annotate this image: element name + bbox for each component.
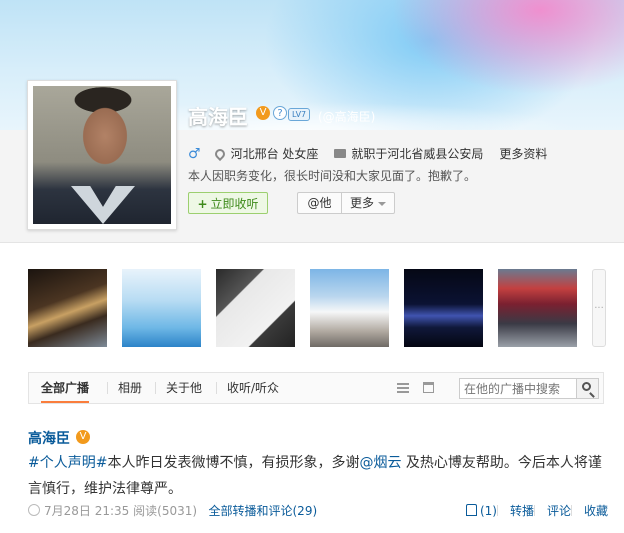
photo-thumbnail[interactable] [28, 269, 107, 347]
search-icon [582, 382, 591, 391]
repost-button[interactable]: 转播 [510, 504, 534, 518]
search-button[interactable] [577, 378, 599, 399]
tab-album[interactable]: 相册 [118, 373, 142, 403]
briefcase-icon [334, 149, 347, 158]
post-text-part: 本人昨日发表微博不慎，有损形象，多谢 [107, 455, 360, 471]
post-time[interactable]: 7月28日 21:35 [44, 504, 129, 518]
verified-badge-icon[interactable]: V [256, 106, 270, 120]
comment-button[interactable]: 评论 [547, 504, 571, 518]
calendar-icon[interactable] [423, 382, 434, 393]
photo-thumbnail[interactable] [216, 269, 295, 347]
tab-all-broadcasts[interactable]: 全部广播 [41, 373, 90, 403]
more-info-link[interactable]: 更多资料 [499, 145, 547, 162]
member-icon[interactable]: ? [273, 106, 287, 120]
clock-icon [28, 504, 40, 516]
photo-thumbnail[interactable] [310, 269, 389, 347]
male-icon: ♂ [188, 145, 201, 162]
photo-thumbnail[interactable] [122, 269, 201, 347]
level-badge[interactable]: LV7 [288, 108, 311, 121]
avatar-image [33, 86, 171, 224]
tab-about[interactable]: 关于他 [166, 373, 202, 403]
tab-divider [216, 382, 217, 394]
mention-link[interactable]: @烟云 [359, 455, 401, 471]
profile-info-row: ♂ 河北邢台 处女座 就职于河北省威县公安局 更多资料 [188, 145, 547, 162]
location-pin-icon [212, 146, 227, 161]
all-comments-link[interactable]: 全部转播和评论(29) [209, 504, 318, 518]
job-text: 就职于河北省威县公安局 [351, 147, 484, 161]
search-input[interactable] [459, 378, 577, 399]
verified-badge-icon[interactable]: V [76, 430, 90, 444]
profile-bio: 本人因职务变化，很长时间没和大家见面了。抱歉了。 [188, 169, 477, 183]
tab-divider [155, 382, 156, 394]
mention-button[interactable]: @他 [297, 192, 342, 214]
action-divider [496, 505, 498, 516]
location-text: 河北邢台 处女座 [230, 147, 319, 161]
read-count: 阅读(5031) [133, 504, 198, 518]
more-label: 更多 [349, 196, 374, 210]
like-count[interactable]: (1) [480, 504, 497, 518]
post-author[interactable]: 高海臣 [28, 428, 70, 448]
avatar-collar [71, 186, 135, 224]
action-divider [570, 505, 572, 516]
follow-label: 立即收听 [210, 197, 259, 211]
tab-divider [107, 382, 108, 394]
profile-handle: (@高海臣) [318, 110, 376, 124]
avatar[interactable] [27, 80, 177, 230]
chevron-down-icon [378, 201, 386, 206]
list-view-icon[interactable] [397, 383, 409, 393]
plus-icon: + [197, 197, 208, 211]
photo-thumbnail[interactable] [498, 269, 577, 347]
like-icon[interactable] [465, 504, 477, 516]
more-button[interactable]: 更多 [341, 192, 395, 214]
photo-strip: ··· [28, 269, 606, 347]
follow-button[interactable]: + 立即收听 [188, 192, 268, 214]
post-actions: (1) 转播 评论 收藏 [465, 502, 608, 519]
photo-thumbnail[interactable] [404, 269, 483, 347]
tab-followers[interactable]: 收听/听众 [227, 373, 279, 403]
profile-name: 高海臣 [188, 105, 248, 129]
favorite-button[interactable]: 收藏 [584, 504, 608, 518]
post-content: #个人声明#本人昨日发表微博不慎，有损形象，多谢@烟云 及热心博友帮助。今后本人… [28, 450, 604, 502]
action-divider [533, 505, 535, 516]
tab-bar: 全部广播 相册 关于他 收听/听众 [28, 372, 604, 404]
photo-more-button[interactable]: ··· [592, 269, 606, 347]
hashtag-link[interactable]: #个人声明# [28, 455, 107, 471]
